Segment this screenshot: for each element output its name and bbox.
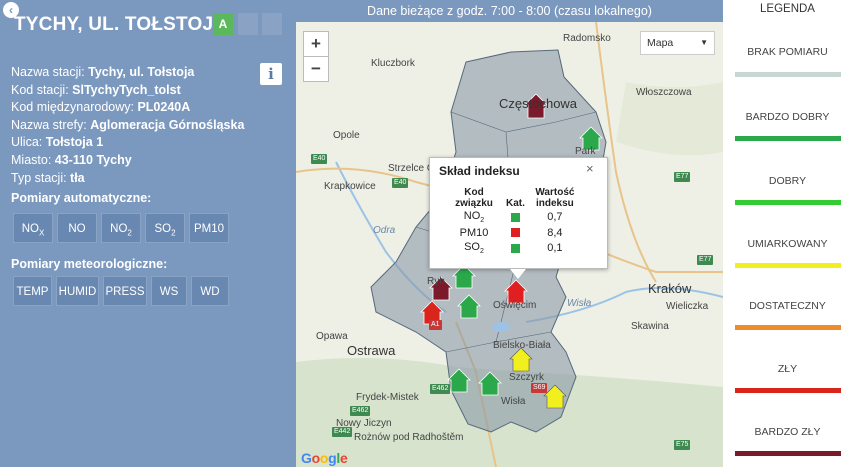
- popup-title: Skład indeksu: [439, 164, 520, 178]
- place-label: Ostrawa: [347, 343, 396, 358]
- place-label: Ryb: [427, 276, 445, 287]
- meteo-measurements-header: Pomiary meteorologiczne:: [11, 257, 168, 271]
- table-row: NO2 0,7: [463, 210, 563, 225]
- zoom-out-button[interactable]: −: [303, 56, 329, 82]
- table-row: PM10 8,4: [459, 226, 563, 239]
- river-label: Odra: [373, 225, 396, 236]
- index-table: Kod związku Kat. Wartość indeksu NO2 0,7…: [446, 187, 581, 256]
- info-icon[interactable]: i: [260, 63, 282, 85]
- legend-panel: LEGENDA BRAK POMIARU BARDZO DOBRY DOBRY …: [723, 0, 852, 467]
- table-row: SO2 0,1: [464, 241, 563, 256]
- place-label: Frydek-Mistek: [356, 392, 419, 403]
- place-label: Opole: [333, 130, 360, 141]
- category-square: [510, 212, 520, 222]
- close-icon[interactable]: ×: [586, 161, 594, 176]
- station-type-tag-b[interactable]: B: [238, 13, 258, 35]
- road-badge: E75: [674, 440, 691, 450]
- info-row-street: Ulica: Tołstoja 1: [11, 135, 104, 150]
- road-badge: A1: [429, 320, 442, 330]
- legend-bar-no-data: [735, 72, 841, 77]
- road-badge: E40: [311, 154, 328, 164]
- legend-bar-very-good: [735, 136, 841, 141]
- zoom-in-button[interactable]: +: [303, 31, 329, 57]
- place-label: Opawa: [316, 331, 348, 342]
- place-label: Oświęcim: [493, 300, 537, 311]
- place-label: Wieliczka: [666, 301, 709, 312]
- legend-label-very-bad: BARDZO ZŁY: [754, 426, 821, 438]
- auto-measurements-buttons: NOX NO NO2 SO2 PM10: [13, 213, 229, 243]
- legend-label-sufficient: DOSTATECZNY: [749, 300, 826, 312]
- legend-bar-sufficient: [735, 325, 841, 330]
- station-title: TYCHY, UL. TOŁSTOJA: [14, 14, 228, 35]
- table-header-row: Kod związku Kat. Wartość indeksu: [446, 187, 581, 209]
- info-row-type: Typ stacji: tła: [11, 170, 85, 185]
- info-row-name: Nazwa stacji: Tychy, ul. Tołstoja: [11, 65, 195, 79]
- param-nox-button[interactable]: NOX: [13, 213, 53, 243]
- station-info: Nazwa stacji: Tychy, ul. Tołstoja Kod st…: [11, 64, 244, 187]
- chevron-down-icon: ▼: [700, 38, 708, 47]
- place-label: Krapkowice: [324, 181, 376, 192]
- param-no2-button[interactable]: NO2: [101, 213, 141, 243]
- road-badge: S69: [531, 383, 548, 393]
- station-type-tag-p[interactable]: P: [262, 13, 282, 35]
- place-label: Częstochowa: [499, 96, 578, 111]
- road-badge: E462: [430, 384, 451, 394]
- param-ws-button[interactable]: WS: [151, 276, 187, 306]
- place-label: Kraków: [648, 281, 692, 296]
- station-panel: ‹ TYCHY, UL. TOŁSTOJA A B P Nazwa stacji…: [0, 0, 296, 467]
- auto-measurements-header: Pomiary automatyczne:: [11, 191, 152, 205]
- category-square: [510, 228, 520, 238]
- legend-label-very-good: BARDZO DOBRY: [745, 111, 830, 123]
- station-type-tag-a[interactable]: A: [213, 13, 233, 35]
- param-wd-button[interactable]: WD: [191, 276, 229, 306]
- index-popup: Skład indeksu × Kod związku Kat. Wartość…: [429, 157, 608, 279]
- param-pm10-button[interactable]: PM10: [189, 213, 229, 243]
- river-label: Wisła: [567, 298, 592, 309]
- col-header-cat: Kat.: [506, 198, 525, 209]
- legend-label-good: DOBRY: [768, 175, 807, 187]
- param-so2-button[interactable]: SO2: [145, 213, 185, 243]
- place-label: Wisła: [501, 396, 526, 407]
- map-type-select[interactable]: Mapa ▼: [640, 31, 715, 55]
- place-label: Skawina: [631, 321, 669, 332]
- place-label: Radomsko: [563, 33, 611, 44]
- legend-label-moderate: UMIARKOWANY: [747, 238, 828, 250]
- legend-label-no-data: BRAK POMIARU: [747, 46, 828, 58]
- place-label: Szczyrk: [509, 372, 544, 383]
- col-header-code: Kod związku: [455, 187, 493, 209]
- param-press-button[interactable]: PRESS: [103, 276, 147, 306]
- legend-label-bad: ZŁY: [777, 363, 798, 375]
- col-header-value: Wartość indeksu: [535, 187, 575, 209]
- category-square: [510, 243, 520, 253]
- place-label: Kluczbork: [371, 58, 415, 69]
- road-badge: E40: [392, 178, 409, 188]
- road-badge: E442: [332, 427, 353, 437]
- info-row-code: Kod stacji: SlTychyTych_tolst: [11, 82, 181, 97]
- road-badge: E77: [674, 172, 691, 182]
- legend-bar-very-bad: [735, 451, 841, 456]
- info-row-intl-code: Kod międzynarodowy: PL0240A: [11, 100, 191, 115]
- meteo-measurements-buttons: TEMP HUMID PRESS WS WD: [13, 276, 229, 306]
- road-badge: E462: [350, 406, 371, 416]
- google-logo: Google: [301, 450, 348, 466]
- place-label: Bielsko-Biała: [493, 340, 551, 351]
- param-temp-button[interactable]: TEMP: [13, 276, 52, 306]
- info-row-zone: Nazwa strefy: Aglomeracja Górnośląska: [11, 117, 245, 132]
- param-no-button[interactable]: NO: [57, 213, 97, 243]
- info-row-city: Miasto: 43-110 Tychy: [11, 152, 132, 167]
- map-header: Dane bieżące z godz. 7:00 - 8:00 (czasu …: [296, 0, 723, 22]
- legend-bar-moderate: [735, 263, 841, 268]
- param-humid-button[interactable]: HUMID: [56, 276, 99, 306]
- road-badge: E77: [697, 255, 714, 265]
- place-label: Park: [575, 146, 596, 157]
- legend-bar-bad: [735, 388, 841, 393]
- place-label: Włoszczowa: [636, 87, 692, 98]
- legend-bar-good: [735, 200, 841, 205]
- legend-title: LEGENDA: [760, 3, 815, 15]
- place-label: Rożnów pod Radhoštěm: [354, 432, 464, 443]
